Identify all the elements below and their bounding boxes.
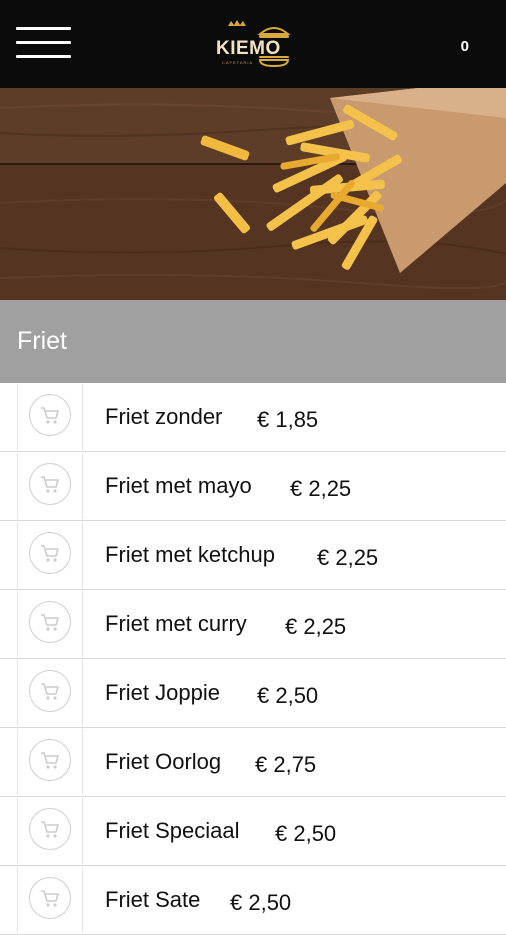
list-item: Friet Sate € 2,50 <box>0 866 506 935</box>
item-name[interactable]: Friet Sate <box>105 887 200 913</box>
item-price: € 2,75 <box>255 752 317 777</box>
add-to-cart-button[interactable] <box>17 729 83 795</box>
list-item: Friet zonder € 1,85 <box>0 383 506 452</box>
product-list: Friet zonder € 1,85 Friet met mayo € 2,2… <box>0 383 506 935</box>
category-header: Friet <box>0 300 506 383</box>
list-item: Friet met curry € 2,25 <box>0 590 506 659</box>
item-name[interactable]: Friet met mayo <box>105 473 252 499</box>
add-to-cart-button[interactable] <box>17 591 83 657</box>
item-price: € 2,50 <box>275 821 337 846</box>
add-to-cart-button[interactable] <box>17 798 83 864</box>
list-item: Friet met mayo € 2,25 <box>0 452 506 521</box>
logo[interactable]: KIEMO CAFETARIA <box>212 20 296 70</box>
item-price: € 2,25 <box>290 476 352 501</box>
category-title: Friet <box>17 327 67 355</box>
shopping-cart-icon <box>41 545 59 562</box>
item-name[interactable]: Friet Speciaal <box>105 818 240 844</box>
shopping-cart-icon <box>41 614 59 631</box>
list-item: Friet Speciaal € 2,50 <box>0 797 506 866</box>
item-name[interactable]: Friet met curry <box>105 611 247 637</box>
menu-line <box>16 55 71 58</box>
shopping-cart-icon <box>41 821 59 838</box>
add-to-cart-button[interactable] <box>17 453 83 519</box>
cart-count[interactable]: 0 <box>461 38 469 55</box>
item-name[interactable]: Friet Oorlog <box>105 749 221 775</box>
hamburger-menu-icon[interactable] <box>16 27 71 61</box>
list-item: Friet Joppie € 2,50 <box>0 659 506 728</box>
shopping-cart-icon <box>41 752 59 769</box>
item-name[interactable]: Friet zonder <box>105 404 222 430</box>
item-price: € 2,25 <box>285 614 347 639</box>
item-name[interactable]: Friet met ketchup <box>105 542 275 568</box>
shopping-cart-icon <box>41 476 59 493</box>
add-to-cart-button[interactable] <box>17 384 83 450</box>
item-price: € 2,50 <box>257 683 319 708</box>
shopping-cart-icon <box>41 407 59 424</box>
top-bar: KIEMO CAFETARIA 0 <box>0 0 506 88</box>
fries-illustration <box>0 88 506 300</box>
add-to-cart-button[interactable] <box>17 660 83 726</box>
add-to-cart-button[interactable] <box>17 867 83 933</box>
logo-text: KIEMO <box>216 38 281 59</box>
item-price: € 1,85 <box>257 407 319 432</box>
menu-line <box>16 41 71 44</box>
shopping-cart-icon <box>41 890 59 907</box>
logo-subtitle: CAFETARIA <box>222 60 254 65</box>
shopping-cart-icon <box>41 683 59 700</box>
list-item: Friet Oorlog € 2,75 <box>0 728 506 797</box>
list-item: Friet met ketchup € 2,25 <box>0 521 506 590</box>
item-price: € 2,25 <box>317 545 379 570</box>
add-to-cart-button[interactable] <box>17 522 83 588</box>
hero-image-fries <box>0 88 506 300</box>
item-name[interactable]: Friet Joppie <box>105 680 220 706</box>
menu-line <box>16 27 71 30</box>
item-price: € 2,50 <box>230 890 292 915</box>
